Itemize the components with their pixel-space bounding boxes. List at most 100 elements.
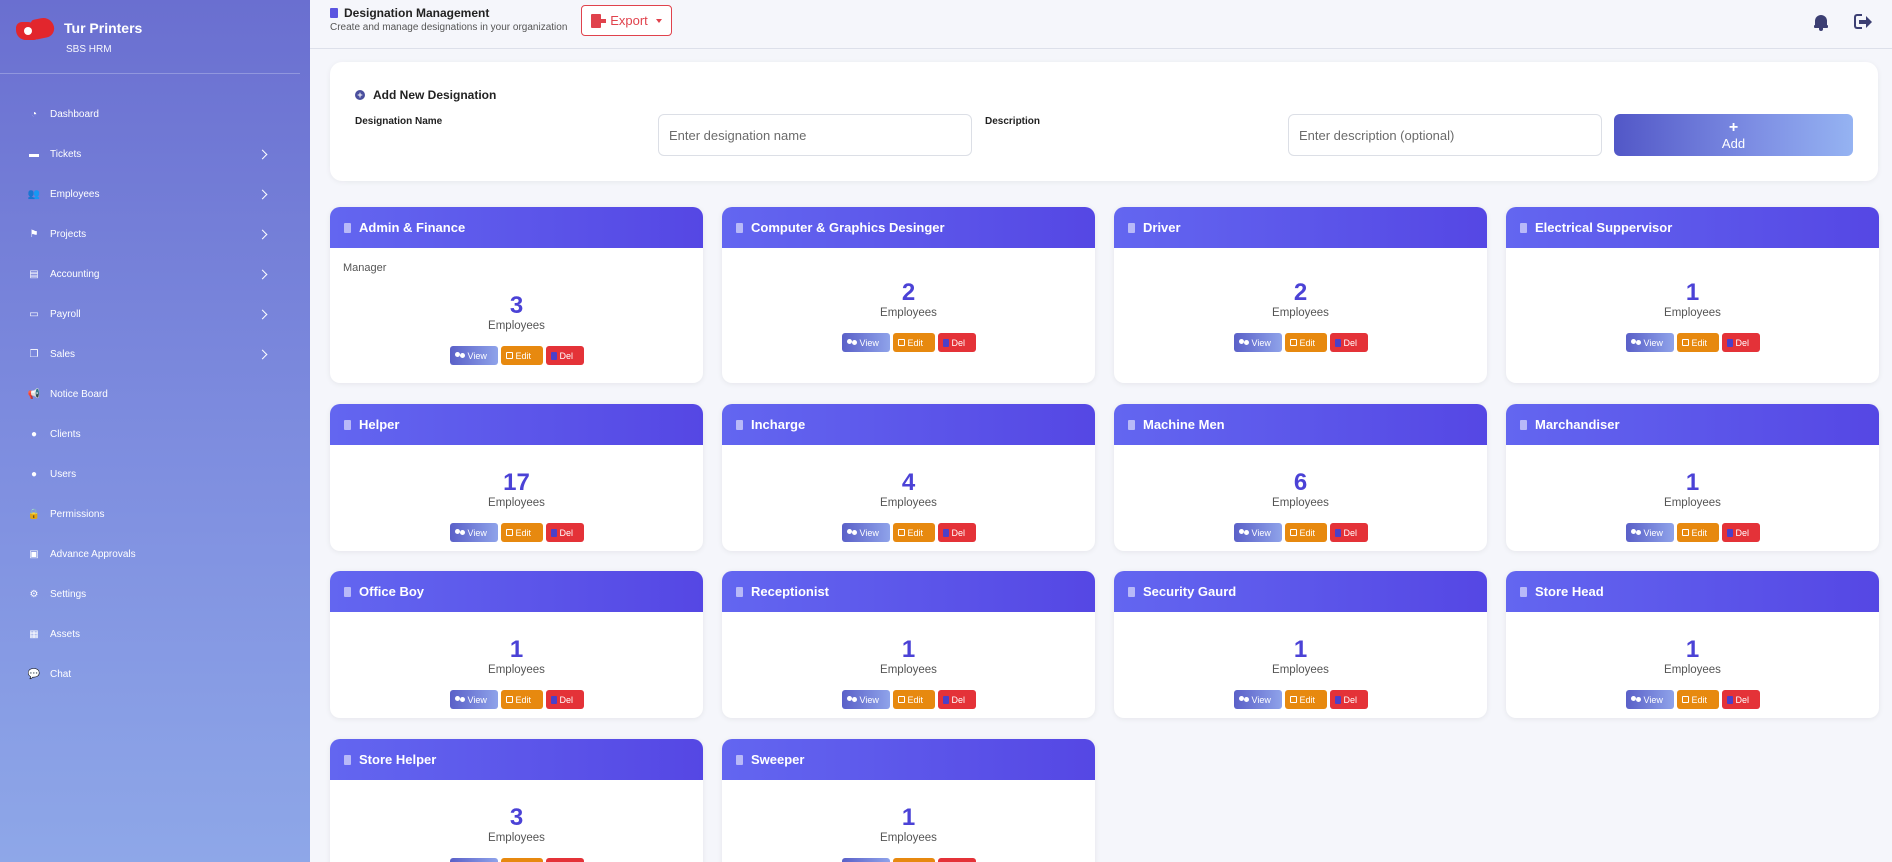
- delete-button[interactable]: Del: [1721, 333, 1760, 352]
- edit-label: Edit: [1691, 337, 1708, 348]
- edit-label: Edit: [907, 337, 924, 348]
- sidebar-item-dashboard[interactable]: ◔ Dashboard: [0, 94, 310, 134]
- edit-button[interactable]: Edit: [500, 690, 543, 709]
- edit-button[interactable]: Edit: [500, 346, 543, 365]
- view-label: View: [1251, 527, 1271, 538]
- sidebar-item-chat[interactable]: 💬 Chat: [0, 654, 310, 694]
- designation-name: Office Boy: [359, 584, 425, 599]
- edit-button[interactable]: Edit: [892, 858, 935, 862]
- view-button[interactable]: View: [841, 333, 890, 352]
- view-button[interactable]: View: [841, 690, 890, 709]
- sidebar-item-employees[interactable]: 👥 Employees: [0, 174, 310, 214]
- sidebar-item-payroll[interactable]: ▭ Payroll: [0, 294, 310, 334]
- edit-icon: [1289, 696, 1297, 703]
- sidebar-item-label: Employees: [50, 188, 100, 200]
- edit-label: Edit: [1299, 694, 1316, 705]
- edit-label: Edit: [1691, 694, 1708, 705]
- gear-icon: ⚙: [29, 588, 39, 600]
- users-icon: [454, 529, 465, 536]
- delete-button[interactable]: Del: [1721, 523, 1760, 542]
- sidebar-item-users[interactable]: ● Users: [0, 454, 310, 494]
- view-button[interactable]: View: [449, 690, 498, 709]
- sidebar-item-sales[interactable]: ❐ Sales: [0, 334, 310, 374]
- sidebar-item-label: Payroll: [50, 308, 81, 320]
- designation-name-input[interactable]: [658, 114, 972, 156]
- delete-button[interactable]: Del: [937, 858, 976, 862]
- bullhorn-icon: 📢: [27, 388, 41, 400]
- edit-button[interactable]: Edit: [1284, 523, 1327, 542]
- delete-button[interactable]: Del: [937, 523, 976, 542]
- trash-icon: [550, 351, 557, 360]
- sidebar-item-label: Clients: [50, 428, 81, 440]
- edit-button[interactable]: Edit: [1676, 333, 1719, 352]
- sidebar-item-clients[interactable]: ● Clients: [0, 414, 310, 454]
- export-button[interactable]: Export: [581, 5, 672, 36]
- designation-actions: View Edit Del: [722, 523, 1095, 542]
- view-button[interactable]: View: [449, 858, 498, 862]
- trash-icon: [1334, 338, 1341, 347]
- edit-button[interactable]: Edit: [892, 523, 935, 542]
- designation-card: Marchandiser 1 Employees View Edit Del: [1506, 404, 1879, 551]
- designation-actions: View Edit Del: [722, 690, 1095, 709]
- id-badge-icon: [1520, 222, 1527, 233]
- bell-icon[interactable]: [1814, 15, 1828, 31]
- id-badge-icon: [1128, 586, 1135, 597]
- edit-button[interactable]: Edit: [500, 523, 543, 542]
- sidebar-item-projects[interactable]: ⚑ Projects: [0, 214, 310, 254]
- designation-card-body: 2 Employees View Edit Del: [722, 248, 1095, 352]
- sidebar-item-advance-approvals[interactable]: ▣ Advance Approvals: [0, 534, 310, 574]
- edit-button[interactable]: Edit: [1284, 333, 1327, 352]
- sidebar-item-accounting[interactable]: ▤ Accounting: [0, 254, 310, 294]
- view-button[interactable]: View: [841, 858, 890, 862]
- designation-actions: View Edit Del: [330, 523, 703, 542]
- delete-label: Del: [1343, 694, 1358, 705]
- users-icon: [846, 696, 857, 703]
- view-button[interactable]: View: [1625, 333, 1674, 352]
- delete-button[interactable]: Del: [545, 690, 584, 709]
- view-button[interactable]: View: [1233, 523, 1282, 542]
- view-button[interactable]: View: [1625, 523, 1674, 542]
- delete-button[interactable]: Del: [937, 690, 976, 709]
- sidebar-item-label: Sales: [50, 348, 76, 360]
- delete-button[interactable]: Del: [545, 523, 584, 542]
- designation-card: Office Boy 1 Employees View Edit Del: [330, 571, 703, 718]
- designation-card-header: Electrical Suppervisor: [1506, 207, 1879, 248]
- edit-button[interactable]: Edit: [892, 333, 935, 352]
- add-designation-button[interactable]: + Add: [1614, 114, 1853, 156]
- brand[interactable]: Tur Printers SBS HRM: [0, 0, 300, 74]
- description-input[interactable]: [1288, 114, 1602, 156]
- logout-icon[interactable]: [1854, 13, 1872, 31]
- id-badge-icon: [344, 754, 351, 765]
- view-label: View: [859, 527, 879, 538]
- delete-button[interactable]: Del: [1329, 523, 1368, 542]
- designation-card: Sweeper 1Employees ViewEditDel: [722, 739, 1095, 862]
- edit-button[interactable]: Edit: [1676, 690, 1719, 709]
- delete-button[interactable]: Del: [1329, 333, 1368, 352]
- designation-card-header: Store Head: [1506, 571, 1879, 612]
- edit-button[interactable]: Edit: [500, 858, 543, 862]
- delete-button[interactable]: Del: [1329, 690, 1368, 709]
- designation-name-label: Designation Name: [355, 116, 443, 127]
- sidebar-item-settings[interactable]: ⚙ Settings: [0, 574, 310, 614]
- view-button[interactable]: View: [1625, 690, 1674, 709]
- sidebar-item-notice-board[interactable]: 📢 Notice Board: [0, 374, 310, 414]
- view-button[interactable]: View: [1233, 333, 1282, 352]
- delete-button[interactable]: Del: [937, 333, 976, 352]
- delete-button[interactable]: Del: [1721, 690, 1760, 709]
- edit-label: Edit: [1299, 337, 1316, 348]
- view-button[interactable]: View: [841, 523, 890, 542]
- edit-label: Edit: [515, 527, 532, 538]
- edit-button[interactable]: Edit: [892, 690, 935, 709]
- sidebar-item-permissions[interactable]: 🔒 Permissions: [0, 494, 310, 534]
- sidebar-item-tickets[interactable]: ▬ Tickets: [0, 134, 310, 174]
- edit-button[interactable]: Edit: [1676, 523, 1719, 542]
- designation-card-body: 6 Employees View Edit Del: [1114, 445, 1487, 542]
- sidebar-item-assets[interactable]: ▦ Assets: [0, 614, 310, 654]
- delete-button[interactable]: Del: [545, 858, 584, 862]
- employee-count-label: Employees: [1664, 664, 1721, 676]
- view-button[interactable]: View: [449, 346, 498, 365]
- edit-button[interactable]: Edit: [1284, 690, 1327, 709]
- view-button[interactable]: View: [449, 523, 498, 542]
- delete-button[interactable]: Del: [545, 346, 584, 365]
- view-button[interactable]: View: [1233, 690, 1282, 709]
